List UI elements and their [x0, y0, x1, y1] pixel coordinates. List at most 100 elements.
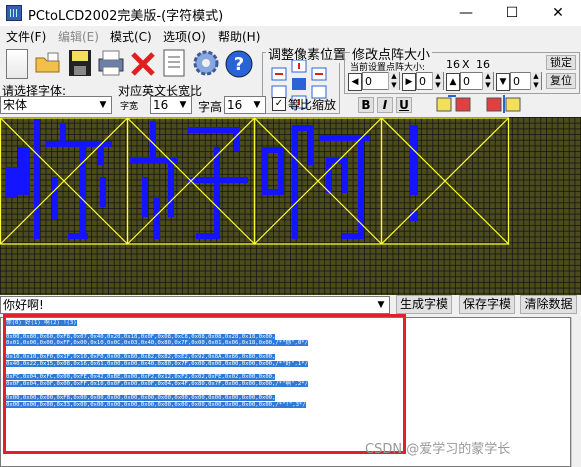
glyph-stroke — [234, 127, 240, 151]
output-scrollbar[interactable] — [571, 317, 581, 467]
glyph-stroke — [80, 141, 86, 239]
cell-diagonal — [381, 117, 509, 245]
menu-edit[interactable]: 编辑(E) — [58, 28, 99, 45]
font-width-label: 字宽 — [120, 102, 139, 112]
current-width: 16 — [446, 58, 460, 71]
height-shrink-icon[interactable]: ▲ — [446, 73, 460, 91]
glyph-stroke — [342, 157, 348, 193]
lock-button[interactable]: 锁定 — [546, 55, 576, 70]
glyph-stroke — [326, 157, 332, 193]
save-font-button[interactable]: 保存字模 — [459, 295, 515, 314]
output-line: 0x00,0x00,0x00,0x33,0x00,0x00,0x00,0x00,… — [6, 401, 570, 409]
output-line-text: 0xFC,0x04,0xFC,0x00,0xFE,0x42,0xBE,0x00,… — [6, 374, 276, 381]
glyph-stroke — [214, 147, 220, 239]
glyph-stroke — [154, 197, 160, 239]
svg-text:?: ? — [234, 54, 244, 75]
output-line: 你(0) 好(1) 啊(2) !(3) — [6, 320, 570, 327]
italic-button[interactable]: I — [377, 97, 393, 113]
delete-icon[interactable] — [129, 50, 157, 78]
glyph-stroke — [278, 147, 284, 195]
print-icon[interactable] — [96, 49, 126, 77]
proportional-checkbox[interactable]: ✓ — [272, 97, 286, 111]
settings-gear-icon[interactable] — [192, 49, 220, 77]
watermark: CSDN @爱学习的蒙学长 — [365, 442, 511, 457]
bold-button[interactable]: B — [358, 97, 374, 113]
glyph-stroke — [196, 233, 220, 239]
glyph-stroke — [142, 177, 148, 217]
glyph-stroke — [168, 157, 174, 217]
maximize-button[interactable]: ☐ — [489, 0, 535, 26]
height-spin[interactable]: 0 ▲ ▼ — [460, 72, 494, 90]
minimize-button[interactable]: — — [443, 0, 489, 26]
output-lines: 你(0) 好(1) 啊(2) !(3) 0x00,0x80,0x60,0xF8,0… — [1, 318, 570, 408]
underline-button[interactable]: U — [396, 97, 412, 113]
glyph-stroke — [6, 167, 18, 197]
proportional-label: 等比缩放 — [288, 98, 337, 112]
mirror-icon[interactable] — [486, 95, 524, 113]
app-icon — [6, 5, 22, 21]
rotate-icon[interactable] — [436, 95, 474, 113]
chevron-down-icon: ▼ — [253, 100, 261, 110]
height-spin-2[interactable]: 0 ▲ ▼ — [510, 72, 542, 90]
menu-options[interactable]: 选项(O) — [163, 28, 206, 45]
chevron-down-icon: ▼ — [179, 100, 187, 110]
output-line: 0x01,0x00,0x00,0xFF,0x00,0x10,0x0C,0x03,… — [6, 340, 570, 347]
menu-mode[interactable]: 模式(C) — [110, 28, 152, 45]
glyph-stroke — [100, 177, 106, 207]
output-line: 0x10,0x10,0xF0,0x1F,0x10,0xF0,0x00,0x80,… — [6, 353, 570, 361]
glyph-stroke — [68, 233, 88, 239]
dot-matrix-canvas[interactable] — [0, 117, 581, 295]
height-grow-icon[interactable]: ▼ — [496, 73, 510, 91]
help-icon[interactable]: ? — [224, 49, 254, 79]
output-line-text: 0x00,0x00,0x00,0x33,0x00,0x00,0x00,0x00,… — [6, 401, 306, 408]
current-height: 16 — [476, 58, 490, 71]
output-line: 0x40,0x22,0x15,0x08,0x16,0x61,0x00,0x00,… — [6, 360, 570, 368]
output-line-text: 0x00,0x80,0x60,0xF8,0x07,0x40,0x20,0x18,… — [6, 333, 276, 340]
new-icon[interactable] — [6, 49, 28, 79]
font-select[interactable]: 宋体 ▼ — [0, 96, 112, 114]
output-line-text: 你(0) 好(1) 啊(2) !(3) — [6, 320, 77, 326]
glyph-stroke — [18, 147, 30, 195]
glyph-stroke — [34, 119, 40, 239]
width-shrink-icon[interactable]: ◀ — [348, 73, 362, 91]
glyph-stroke — [342, 233, 362, 239]
glyph-stroke — [188, 127, 240, 133]
glyph-stroke — [308, 125, 314, 165]
glyph-layer — [0, 117, 510, 245]
glyph-stroke — [188, 177, 248, 183]
font-height-label: 字高 — [198, 100, 223, 114]
glyph-stroke — [52, 177, 58, 219]
output-line-text: 0x40,0x22,0x15,0x08,0x16,0x61,0x00,0x00,… — [6, 360, 308, 367]
glyph-stroke — [262, 189, 282, 195]
close-button[interactable]: ✕ — [535, 0, 581, 26]
output-line-text: 0x0F,0x04,0x0F,0x00,0xFF,0x10,0x0F,0x00,… — [6, 381, 308, 388]
width-spin[interactable]: 0 ▲ ▼ — [362, 72, 400, 90]
save-icon[interactable] — [68, 49, 92, 77]
width-grow-icon[interactable]: ▶ — [402, 73, 416, 91]
font-width-select[interactable]: 16 ▼ — [150, 96, 192, 114]
open-icon[interactable] — [34, 52, 62, 74]
window-title: PCtoLCD2002完美版-(字符模式) — [28, 9, 224, 24]
notes-icon[interactable] — [162, 49, 186, 77]
size-separator: X — [462, 58, 470, 71]
generate-button[interactable]: 生成字模 — [396, 295, 452, 314]
glyph-stroke — [292, 125, 298, 239]
glyph-stroke — [410, 125, 418, 195]
chevron-down-icon: ▼ — [377, 300, 385, 310]
output-line: 0x0F,0x04,0x0F,0x00,0xFF,0x10,0x0F,0x00,… — [6, 381, 570, 388]
output-line: 0x00,0x00,0x00,0xF8,0x00,0x00,0x00,0x00,… — [6, 394, 570, 402]
output-line-text: 0x10,0x10,0xF0,0x1F,0x10,0xF0,0x00,0x80,… — [6, 353, 276, 360]
text-input[interactable]: 你好啊! ▼ — [0, 296, 390, 314]
restore-button[interactable]: 复位 — [546, 73, 576, 89]
chevron-down-icon: ▼ — [99, 100, 107, 110]
menu-help[interactable]: 帮助(H) — [218, 28, 260, 45]
output-line-text: 0x01,0x00,0x00,0xFF,0x00,0x10,0x0C,0x03,… — [6, 340, 308, 347]
font-height-select[interactable]: 16 ▼ — [224, 96, 266, 114]
width-spin-2[interactable]: 0 ▲ ▼ — [416, 72, 444, 90]
menu-file[interactable]: 文件(F) — [6, 28, 46, 45]
output-line-text: 0x00,0x00,0x00,0xF8,0x00,0x00,0x00,0x00,… — [6, 394, 276, 401]
clear-button[interactable]: 清除数据 — [520, 295, 577, 314]
